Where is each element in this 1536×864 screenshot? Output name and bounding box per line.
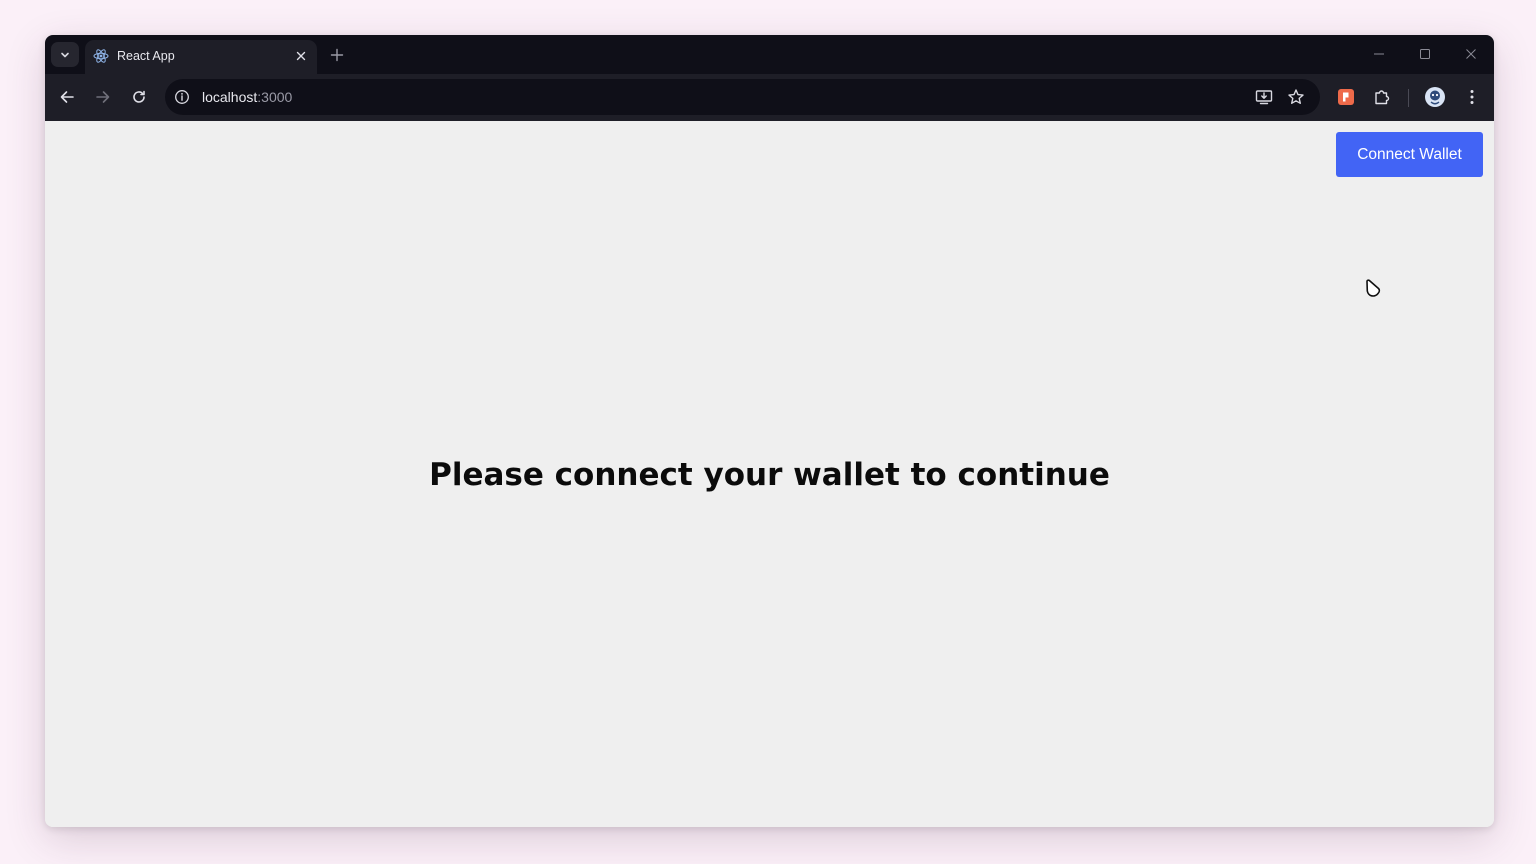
- tab-title: React App: [117, 49, 175, 63]
- maximize-icon: [1420, 49, 1430, 59]
- close-icon: [1466, 49, 1476, 59]
- tab-close-button[interactable]: [293, 48, 309, 64]
- page-content: Connect Wallet Please connect your walle…: [45, 121, 1494, 827]
- connect-wallet-button[interactable]: Connect Wallet: [1336, 132, 1483, 177]
- minimize-button[interactable]: [1369, 44, 1389, 64]
- avatar-icon: [1425, 87, 1445, 107]
- url-text[interactable]: localhost:3000: [202, 89, 292, 105]
- profile-button[interactable]: [1423, 85, 1447, 109]
- reload-button[interactable]: [126, 84, 152, 110]
- puzzle-piece-icon: [1375, 90, 1390, 105]
- chevron-down-icon: [61, 52, 69, 57]
- title-bar: React App: [45, 35, 1494, 74]
- url-host: localhost: [202, 89, 258, 105]
- back-button[interactable]: [54, 84, 80, 110]
- browser-window: React App localhost:3000 Connect Wallet …: [45, 35, 1494, 827]
- arrow-left-icon: [60, 91, 74, 103]
- more-vertical-icon: [1470, 90, 1474, 104]
- install-app-button[interactable]: [1254, 87, 1274, 107]
- close-window-button[interactable]: [1461, 44, 1481, 64]
- arrow-right-icon: [96, 91, 110, 103]
- browser-menu-button[interactable]: [1460, 85, 1484, 109]
- hand-cursor-icon: [1366, 279, 1381, 297]
- extension-logo-icon: [1338, 89, 1354, 105]
- extension-button[interactable]: [1334, 85, 1358, 109]
- address-bar[interactable]: localhost:3000: [165, 79, 1320, 115]
- site-info-icon[interactable]: [174, 89, 190, 105]
- url-port: :3000: [257, 89, 293, 105]
- maximize-button[interactable]: [1415, 44, 1435, 64]
- forward-button[interactable]: [90, 84, 116, 110]
- reload-icon: [133, 90, 145, 103]
- minimize-icon: [1374, 53, 1384, 55]
- browser-toolbar: localhost:3000: [45, 74, 1494, 121]
- install-app-icon: [1255, 90, 1273, 105]
- react-logo-icon: [93, 49, 109, 63]
- extensions-menu-button[interactable]: [1370, 85, 1394, 109]
- plus-icon: [330, 48, 344, 62]
- toolbar-divider: [1408, 89, 1409, 107]
- connect-wallet-message: Please connect your wallet to continue: [429, 457, 1110, 493]
- tab-react-app[interactable]: React App: [85, 40, 317, 74]
- new-tab-button[interactable]: [327, 45, 347, 65]
- close-icon: [296, 51, 306, 61]
- star-icon: [1288, 89, 1304, 104]
- bookmark-button[interactable]: [1286, 87, 1306, 107]
- tab-search-button[interactable]: [51, 42, 79, 67]
